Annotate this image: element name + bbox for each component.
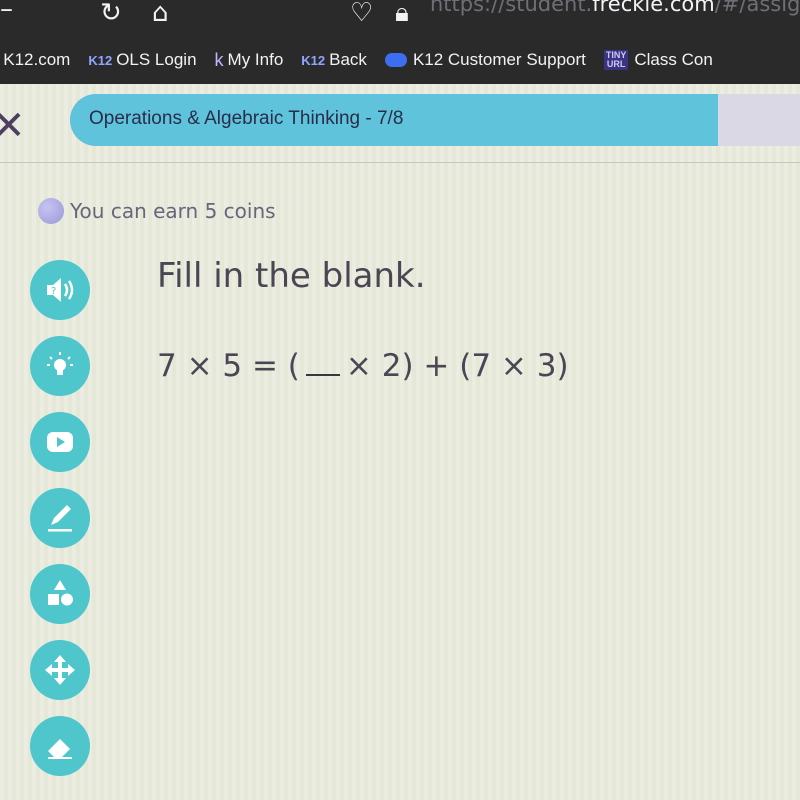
- answer-blank[interactable]: [305, 350, 340, 376]
- audio-question-button[interactable]: ?: [30, 260, 90, 320]
- bookmark-label: Class Con: [634, 50, 713, 69]
- bookmark-customer-support[interactable]: K12 Customer Support: [384, 50, 586, 70]
- hint-button[interactable]: [30, 336, 90, 396]
- browser-toolbar: – ↻ ⌂ ♡ 🔒︎ https://student.freckle.com/#…: [0, 0, 800, 34]
- coins-text: You can earn 5 coins: [70, 199, 276, 223]
- bookmark-label: K12 Customer Support: [412, 50, 586, 69]
- progress-label: Operations & Algebraic Thinking - 7/8: [89, 108, 404, 129]
- pencil-icon: [48, 505, 72, 532]
- k12-icon: K12: [301, 52, 326, 68]
- url-suffix: /#/assig: [714, 0, 800, 16]
- cloud-icon: [384, 53, 407, 67]
- close-icon[interactable]: ✕: [0, 106, 26, 146]
- bookmark-k12[interactable]: 2K12.com: [0, 50, 70, 70]
- coin-icon: [38, 198, 64, 224]
- k12-icon: K12: [88, 52, 113, 68]
- pencil-button[interactable]: [30, 488, 90, 548]
- bookmark-label: Back: [329, 50, 367, 69]
- question-prompt: Fill in the blank.: [157, 256, 426, 296]
- video-button[interactable]: [30, 412, 90, 472]
- equation-left: 7 × 5 = (: [157, 348, 300, 384]
- bookmark-back[interactable]: K12 Back: [301, 50, 367, 70]
- move-arrows-icon: [45, 655, 75, 685]
- bookmarks-bar: 2K12.com K12OLS Login kMy Info K12Back K…: [0, 42, 731, 78]
- bookmark-label: K12.com: [3, 50, 71, 69]
- k-logo-icon: k: [214, 49, 224, 70]
- shapes-button[interactable]: [30, 564, 90, 624]
- shield-icon[interactable]: ♡: [350, 0, 373, 26]
- eraser-icon: [48, 739, 72, 759]
- tinyurl-icon: TINY URL: [603, 50, 629, 70]
- play-icon: [47, 432, 73, 452]
- shapes-icon: [48, 580, 73, 606]
- equation: 7 × 5 = ( × 2) + (7 × 3): [157, 348, 569, 384]
- speaker-question-icon: ?: [47, 278, 74, 302]
- move-button[interactable]: [30, 640, 90, 700]
- url-host: freckle.com: [592, 0, 715, 16]
- bookmark-ols-login[interactable]: K12 OLS Login: [88, 50, 196, 70]
- progress-bar: Operations & Algebraic Thinking - 7/8: [70, 94, 800, 146]
- minimize-icon[interactable]: –: [0, 0, 13, 22]
- lock-icon[interactable]: 🔒︎: [395, 0, 409, 26]
- bookmark-label: OLS Login: [116, 50, 197, 69]
- bookmark-my-info[interactable]: k My Info: [215, 50, 284, 71]
- freckle-page: ✕ Operations & Algebraic Thinking - 7/8 …: [0, 84, 800, 800]
- equation-right: × 2) + (7 × 3): [345, 348, 569, 384]
- lightbulb-icon: [47, 352, 73, 375]
- reload-icon[interactable]: ↻: [100, 0, 122, 26]
- bookmark-label: My Info: [227, 50, 284, 69]
- svg-text:?: ?: [51, 286, 56, 297]
- url-prefix: https://student.: [430, 0, 593, 16]
- header-divider: [0, 162, 800, 163]
- url-bar[interactable]: https://student.freckle.com/#/assig: [430, 0, 800, 16]
- eraser-button[interactable]: [30, 716, 90, 776]
- coins-banner: You can earn 5 coins: [38, 198, 276, 224]
- browser-chrome: – ↻ ⌂ ♡ 🔒︎ https://student.freckle.com/#…: [0, 0, 800, 84]
- home-icon[interactable]: ⌂: [152, 0, 169, 26]
- bookmark-class-con[interactable]: TINY URL Class Con: [603, 50, 713, 70]
